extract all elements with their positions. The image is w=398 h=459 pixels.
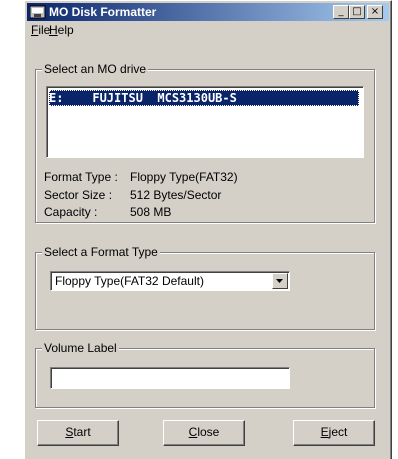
minimize-button[interactable]: _ [333,5,349,19]
close-button[interactable]: Close [163,420,245,446]
menu-file[interactable]: File [31,23,50,37]
eject-hotkey: E [320,425,329,439]
drive-list-item-selected[interactable]: E: FUJITSU MCS3130UB-S [49,90,359,106]
maximize-button[interactable]: □ [349,5,365,19]
eject-button[interactable]: Eject [293,420,375,446]
format-type-label: Format Type : [44,170,118,184]
format-type-groupbox: Select a Format Type Floppy Type(FAT32 D… [35,245,375,330]
format-type-selected: Floppy Type(FAT32 Default) [55,274,204,288]
app-window: MO Disk Formatter _ □ × File Help Select… [24,0,392,459]
menu-help[interactable]: Help [49,23,74,37]
menu-help-hotkey: H [49,23,58,37]
dropdown-arrow-button[interactable] [272,273,288,289]
eject-label: ject [328,425,348,439]
menu-bar: File Help [27,21,389,39]
capacity-label: Capacity : [44,205,98,219]
format-type-dropdown[interactable]: Floppy Type(FAT32 Default) [50,271,290,291]
start-label: tart [73,425,91,439]
capacity-value: 508 MB [130,205,172,219]
sector-size-value: 512 Bytes/Sector [130,188,222,202]
volume-group-label: Volume Label [42,341,119,355]
mo-disk-app-icon [29,5,46,19]
title-bar[interactable]: MO Disk Formatter _ □ × [27,3,389,21]
chevron-down-icon [276,279,283,283]
close-window-button[interactable]: × [367,5,383,19]
drive-listbox[interactable]: E: FUJITSU MCS3130UB-S [46,86,364,158]
window-title: MO Disk Formatter [49,5,157,19]
volume-label-groupbox: Volume Label [35,341,375,408]
format-group-label: Select a Format Type [42,245,160,259]
menu-help-label: elp [57,23,74,37]
start-button[interactable]: Start [37,420,119,446]
sector-size-label: Sector Size : [44,188,113,202]
drive-groupbox: Select an MO drive E: FUJITSU MCS3130UB-… [35,62,375,223]
volume-label-input[interactable] [50,367,290,389]
format-type-value: Floppy Type(FAT32) [130,170,238,184]
drive-group-label: Select an MO drive [42,62,149,76]
close-label: lose [197,425,220,439]
